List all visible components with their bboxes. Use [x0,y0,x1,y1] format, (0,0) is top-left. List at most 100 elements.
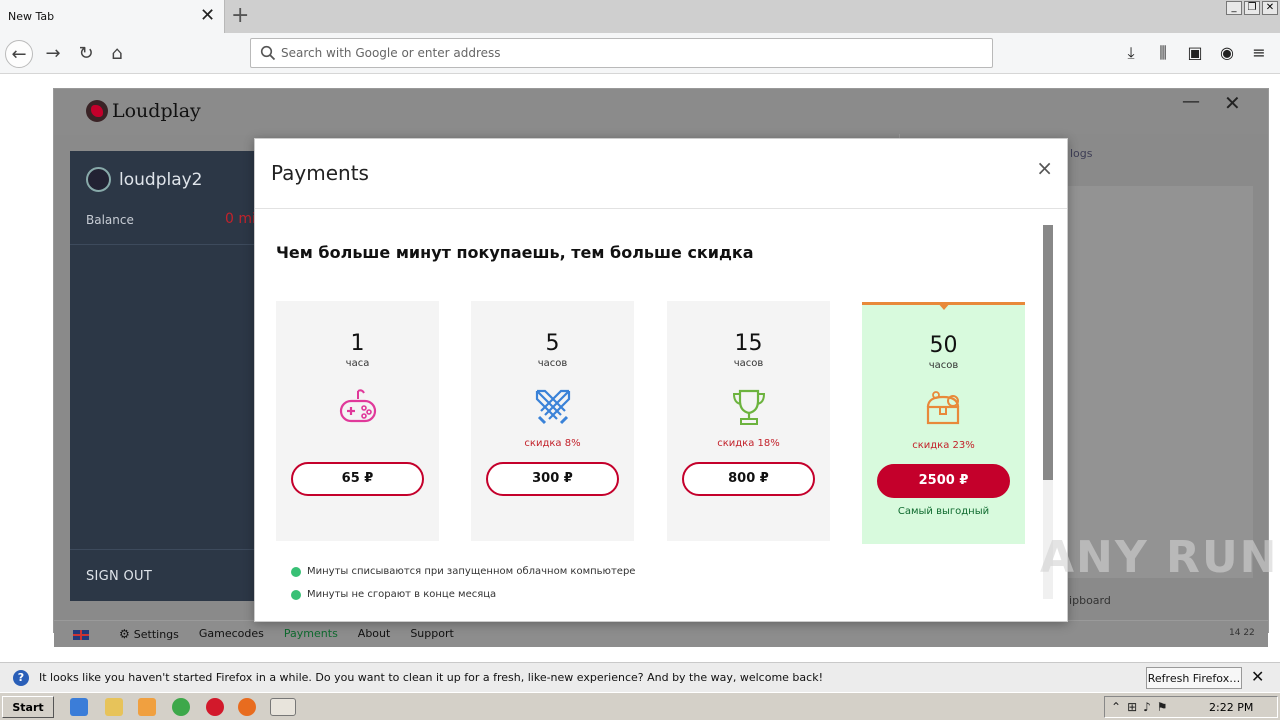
note-text: Минуты списываются при запущенном облачн… [307,566,636,577]
firefox-icon[interactable] [238,698,256,716]
firefox-notification-bar: ? It looks like you haven't started Fire… [0,662,1280,692]
plan-discount: скидка 23% [912,440,975,451]
account-icon[interactable]: ◉ [1216,41,1238,65]
crossed-swords-icon [535,389,570,425]
back-arrow-icon[interactable]: ← [5,40,33,68]
sidebar-icon[interactable]: ▣ [1184,41,1206,65]
windows-taskbar: Start ⌃ ⊞ ♪ ⚑ 2:22 PM [0,692,1280,720]
plan-card: 15 часов скидка 18% 800 ₽ [667,301,830,541]
loudplay-logo-icon [86,100,108,122]
app-header: Loudplay — ✕ [54,89,1268,135]
volume-icon[interactable]: ♪ [1143,700,1151,714]
forward-arrow-icon[interactable]: → [39,40,67,68]
library-icon[interactable]: ⫼ [1152,41,1174,65]
help-icon: ? [13,670,29,686]
media-player-icon[interactable] [138,698,156,716]
notification-close-icon[interactable]: ✕ [1251,667,1264,686]
folder-icon[interactable] [105,698,123,716]
right-panel-box [1050,186,1253,578]
browser-tab-strip: New Tab ✕ + _ ❐ ✕ [0,0,1280,33]
new-tab-icon[interactable]: + [231,3,249,29]
system-tray: ⌃ ⊞ ♪ ⚑ 2:22 PM [1104,696,1278,718]
plan-price-button[interactable]: 800 ₽ [682,462,815,496]
anyrun-watermark: ANY RUN [1040,532,1279,583]
download-icon[interactable]: ⤓ [1120,41,1142,65]
divider [255,208,1067,209]
bullet-dot-icon [291,589,301,600]
footer-support-link[interactable]: Support [410,627,453,641]
menu-icon[interactable]: ≡ [1248,41,1270,65]
footer-gamecodes-link[interactable]: Gamecodes [199,627,264,641]
plan-discount: скидка 8% [524,438,581,449]
flag-icon[interactable]: ⚑ [1157,700,1168,714]
loudplay-task-icon[interactable] [270,698,296,716]
divider [70,244,270,245]
info-note: Минуты списываются при запущенном облачн… [291,566,635,577]
chrome-icon[interactable] [172,698,190,716]
gear-icon: ⚙ [119,627,130,641]
clipboard-label[interactable]: lipboard [1066,594,1111,607]
uk-flag-icon[interactable] [73,630,89,640]
notification-text: It looks like you haven't started Firefo… [39,671,823,684]
plan-price-button[interactable]: 65 ₽ [291,462,424,496]
plan-unit: часов [733,358,764,369]
plan-hours: 5 [545,331,560,356]
gamepad-icon [339,389,376,423]
avatar [86,167,111,192]
plan-price-button[interactable]: 2500 ₽ [877,464,1010,498]
trophy-icon [732,389,765,425]
balance-label: Balance [86,213,134,227]
divider [70,549,270,550]
sign-out-button[interactable]: SIGN OUT [86,569,152,584]
app-minimize-icon[interactable]: — [1182,91,1200,112]
footer-settings-label: Settings [133,628,179,641]
start-button[interactable]: Start [2,696,54,718]
tab-title: New Tab [8,10,55,23]
window-controls: _ ❐ ✕ [1226,1,1278,15]
app-close-icon[interactable]: ✕ [1224,91,1241,115]
close-icon[interactable]: × [1036,156,1053,180]
plan-unit: часов [537,358,568,369]
footer-payments-link[interactable]: Payments [284,627,338,641]
plan-hours: 15 [734,331,763,356]
plan-card: 5 часов скидка 8% 300 ₽ [471,301,634,541]
modal-title: Payments [271,161,369,185]
note-text: Минуты не сгорают в конце месяца [307,589,497,600]
clock: 2:22 PM [1209,701,1254,714]
plan-discount: скидка 18% [717,438,780,449]
treasure-chest-icon [926,391,959,425]
plan-card-best: 50 часов скидка 23% 2500 ₽ Самый выгодны… [862,302,1025,544]
browser-tab[interactable]: New Tab ✕ [0,0,225,33]
tab-close-icon[interactable]: ✕ [200,6,215,26]
username: loudplay2 [119,169,203,190]
bullet-dot-icon [291,566,301,577]
plan-price-button[interactable]: 300 ₽ [486,462,619,496]
address-bar[interactable] [250,38,993,68]
payments-modal: Payments × Чем больше минут покупаешь, т… [254,138,1068,622]
window-close-button[interactable]: ✕ [1262,1,1278,15]
best-value-label: Самый выгодный [897,506,990,517]
plan-hours: 1 [350,331,365,356]
search-icon [260,45,276,61]
plan-unit: часа [345,358,370,369]
app-footer: ⚙ Settings Gamecodes Payments About Suppo… [54,620,1268,647]
logs-link[interactable]: logs [1070,147,1093,160]
network-icon[interactable]: ⊞ [1127,700,1137,714]
info-note: Минуты не сгорают в конце месяца [291,589,496,600]
window-minimize-button[interactable]: _ [1226,1,1242,15]
internet-explorer-icon[interactable] [70,698,88,716]
modal-scrollbar-thumb[interactable] [1043,225,1053,480]
tray-expand-icon[interactable]: ⌃ [1111,700,1121,714]
modal-headline: Чем больше минут покупаешь, тем больше с… [276,243,754,262]
plan-card: 1 часа 65 ₽ [276,301,439,541]
home-icon[interactable]: ⌂ [103,40,131,68]
reload-icon[interactable]: ↻ [72,40,100,68]
address-input[interactable] [281,43,981,63]
footer-about-link[interactable]: About [358,627,391,641]
refresh-firefox-button[interactable]: Refresh Firefox… [1146,667,1242,689]
window-restore-button[interactable]: ❐ [1244,1,1260,15]
opera-icon[interactable] [206,698,224,716]
logo-text: Loudplay [112,100,201,122]
footer-settings-link[interactable]: ⚙ Settings [119,627,179,641]
plan-unit: часов [928,360,959,371]
